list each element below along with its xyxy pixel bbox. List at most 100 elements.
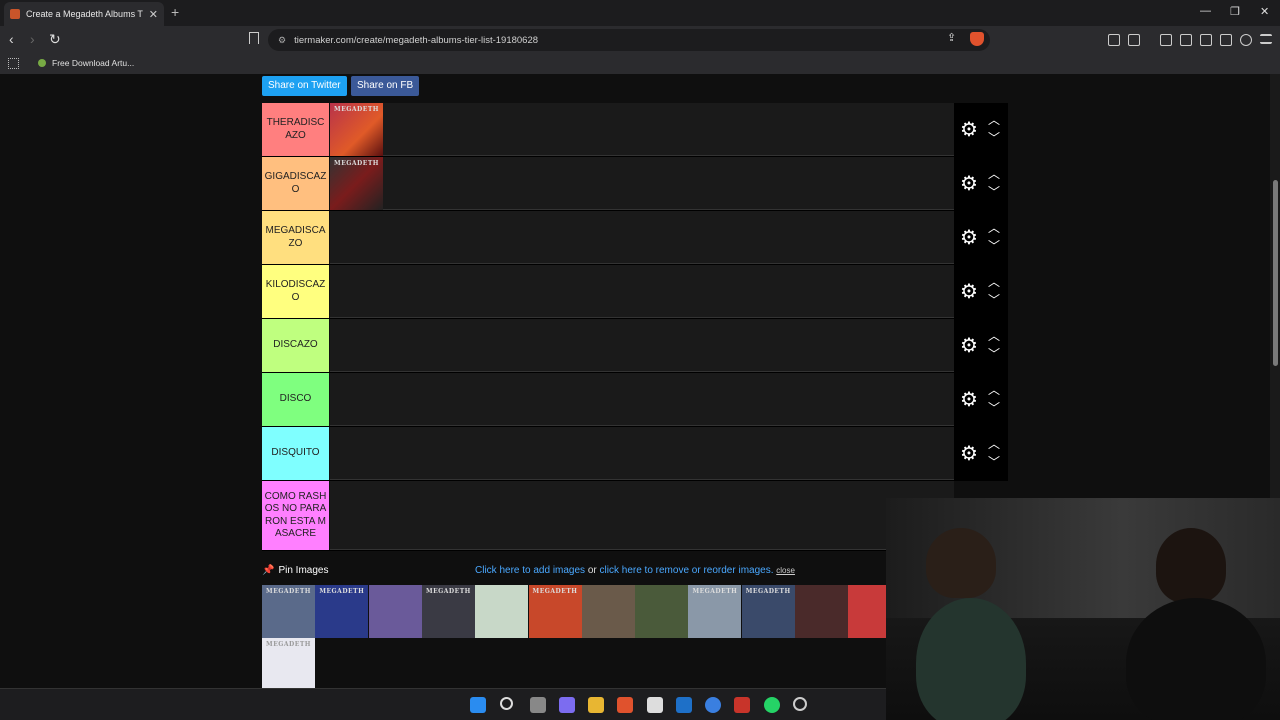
reload-icon[interactable]: ↻ [49, 31, 61, 48]
album-cover[interactable] [581, 585, 635, 638]
tier-label[interactable]: DISCO [262, 373, 329, 426]
tier-label[interactable]: KILODISCAZO [262, 265, 329, 318]
album-cover[interactable]: MEGADETH [421, 585, 475, 638]
media-icon[interactable] [1160, 34, 1172, 46]
tier-label[interactable]: THERADISCAZO [262, 103, 329, 156]
move-up-icon[interactable]: ︿ [988, 114, 1000, 126]
tier-items[interactable] [330, 481, 954, 550]
move-up-icon[interactable]: ︿ [988, 438, 1000, 450]
outlook-icon[interactable] [676, 697, 692, 713]
search-icon[interactable] [500, 697, 513, 710]
move-down-icon[interactable]: ﹀ [988, 132, 1000, 144]
whatsapp-icon[interactable] [764, 697, 780, 713]
scrollbar-thumb[interactable] [1273, 180, 1278, 366]
or-text: or [587, 565, 597, 576]
sidebar-icon[interactable] [1180, 34, 1192, 46]
album-cover[interactable] [475, 585, 529, 638]
wallet-icon[interactable] [1200, 34, 1212, 46]
move-up-icon[interactable]: ︿ [988, 168, 1000, 180]
move-up-icon[interactable]: ︿ [988, 384, 1000, 396]
windows-start-icon[interactable] [470, 697, 486, 713]
tier-label[interactable]: DISCAZO [262, 319, 329, 372]
tier-label[interactable]: COMO RASHOS NO PARARON ESTA MASACRE [262, 481, 329, 550]
add-images-link[interactable]: Click here to add images [475, 565, 585, 576]
settings-gear-icon[interactable]: ⚙ [959, 282, 979, 302]
vpn-icon[interactable] [1240, 34, 1252, 46]
store-icon[interactable] [647, 697, 663, 713]
app-icon[interactable] [705, 697, 721, 713]
tier-items[interactable] [330, 427, 954, 480]
task-view-icon[interactable] [530, 697, 546, 713]
move-up-icon[interactable]: ︿ [988, 276, 1000, 288]
tier-items[interactable]: MEGADETH [330, 157, 954, 210]
tier-label[interactable]: GIGADISCAZO [262, 157, 329, 210]
tab-tiermaker[interactable]: Create a Megadeth Albums Tier ✕ [4, 2, 164, 26]
album-cover[interactable]: MEGADETH [315, 585, 369, 638]
album-cover[interactable]: MEGADETH [330, 157, 383, 210]
tier-label[interactable]: MEGADISCAZO [262, 211, 329, 264]
tab-strip: Create a Megadeth Albums Tier ✕ + — ❐ ✕ [0, 0, 1280, 26]
album-cover[interactable]: MEGADETH [262, 585, 315, 638]
tab-search-icon[interactable] [1128, 34, 1140, 46]
move-down-icon[interactable]: ﹀ [988, 402, 1000, 414]
new-tab-icon[interactable]: + [171, 4, 179, 20]
album-cover[interactable] [368, 585, 422, 638]
move-down-icon[interactable]: ﹀ [988, 456, 1000, 468]
address-bar[interactable]: ⚙ tiermaker.com/create/megadeth-albums-t… [268, 29, 990, 51]
move-down-icon[interactable]: ﹀ [988, 294, 1000, 306]
settings-gear-icon[interactable]: ⚙ [959, 336, 979, 356]
move-up-icon[interactable]: ︿ [988, 330, 1000, 342]
album-cover[interactable]: MEGADETH [741, 585, 795, 638]
tier-items[interactable]: MEGADETH [330, 103, 954, 156]
move-down-icon[interactable]: ﹀ [988, 240, 1000, 252]
close-link[interactable]: close [776, 566, 795, 575]
tier-items[interactable] [330, 373, 954, 426]
bookmarks-bar: Free Download Artu... [0, 54, 1280, 74]
album-cover[interactable] [635, 585, 689, 638]
settings-gear-icon[interactable]: ⚙ [959, 228, 979, 248]
album-cover[interactable]: MEGADETH [688, 585, 742, 638]
app-icon[interactable] [734, 697, 750, 713]
settings-gear-icon[interactable]: ⚙ [959, 174, 979, 194]
album-cover[interactable]: MEGADETH [330, 103, 383, 156]
restore-icon[interactable]: ❐ [1230, 5, 1240, 18]
share-twitter-button[interactable]: Share on Twitter [262, 76, 347, 96]
album-cover[interactable]: MEGADETH [528, 585, 582, 638]
move-down-icon[interactable]: ﹀ [988, 186, 1000, 198]
album-cover[interactable] [795, 585, 848, 638]
settings-gear-icon[interactable]: ⚙ [959, 444, 979, 464]
pin-images-toggle[interactable]: 📌 Pin Images [262, 565, 328, 576]
settings-gear-icon[interactable]: ⚙ [959, 390, 979, 410]
tier-items[interactable] [330, 211, 954, 264]
tier-items[interactable] [330, 265, 954, 318]
forward-icon[interactable]: › [30, 31, 35, 47]
site-info-icon[interactable]: ⚙ [278, 35, 286, 46]
bookmark-icon[interactable] [249, 32, 259, 44]
settings-gear-icon[interactable]: ⚙ [959, 120, 979, 140]
reorder-images-link[interactable]: click here to remove or reorder images. [600, 565, 774, 576]
file-explorer-icon[interactable] [588, 697, 604, 713]
move-down-icon[interactable]: ﹀ [988, 348, 1000, 360]
album-cover[interactable]: MEGADETH [262, 638, 315, 688]
bookmark-item[interactable]: Free Download Artu... [38, 58, 134, 68]
close-window-icon[interactable]: ✕ [1260, 5, 1269, 18]
tier-items[interactable] [330, 319, 954, 372]
copilot-icon[interactable] [559, 697, 575, 713]
move-up-icon[interactable]: ︿ [988, 222, 1000, 234]
tier-controls: ⚙ ︿ ﹀ [954, 157, 1008, 210]
back-icon[interactable]: ‹ [9, 31, 14, 47]
close-tab-icon[interactable]: ✕ [149, 8, 158, 21]
share-page-icon[interactable]: ⇪ [947, 31, 956, 44]
brave-shield-icon[interactable] [970, 32, 984, 46]
share-fb-button[interactable]: Share on FB [351, 76, 420, 96]
leo-ai-icon[interactable] [1220, 34, 1232, 46]
extensions-icon[interactable] [1108, 34, 1120, 46]
menu-icon[interactable] [1260, 34, 1272, 44]
album-logo-text: MEGADETH [319, 588, 365, 595]
app-icon[interactable] [793, 697, 807, 711]
brave-browser-icon[interactable] [617, 697, 633, 713]
tier-label[interactable]: DISQUITO [262, 427, 329, 480]
browser-toolbar: ‹ › ↻ ⚙ tiermaker.com/create/megadeth-al… [0, 26, 1280, 54]
apps-icon[interactable] [8, 58, 19, 69]
minimize-icon[interactable]: — [1200, 5, 1211, 17]
